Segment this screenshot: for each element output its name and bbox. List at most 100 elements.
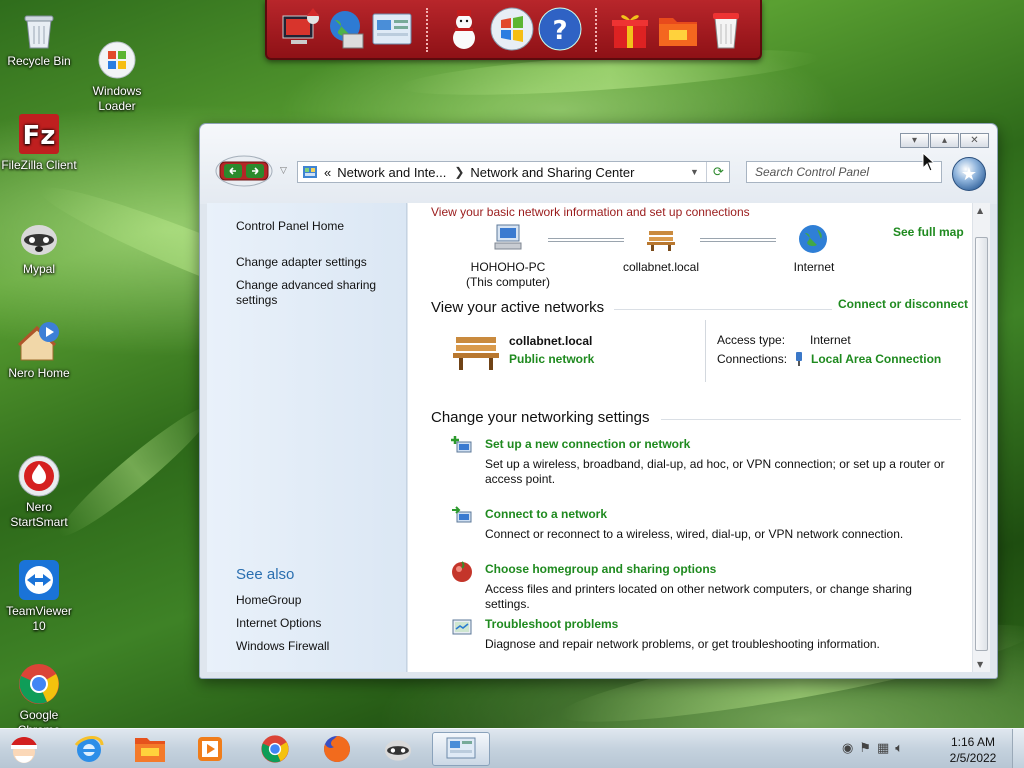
control-panel-icon[interactable] xyxy=(369,6,415,52)
dock-separator xyxy=(595,8,597,52)
change-adapter-settings-link[interactable]: Change adapter settings xyxy=(236,255,396,270)
main-content: View your basic network information and … xyxy=(408,203,972,672)
change-advanced-sharing-link[interactable]: Change advanced sharing settings xyxy=(236,278,396,308)
internet-options-link[interactable]: Internet Options xyxy=(236,616,396,631)
desktop-icon-label: Mypal xyxy=(22,262,55,276)
control-panel-home-link[interactable]: Control Panel Home xyxy=(236,219,396,234)
show-desktop-button[interactable] xyxy=(1012,729,1024,768)
computer-icon[interactable] xyxy=(277,6,323,52)
top-dock: ? xyxy=(265,0,762,60)
troubleshoot-icon xyxy=(451,616,473,638)
dock-separator xyxy=(426,8,428,52)
scroll-thumb[interactable] xyxy=(975,237,988,651)
desktop-icon-mypal[interactable]: Mypal xyxy=(0,216,78,277)
desktop-icon-nero-startsmart[interactable]: Nero StartSmart xyxy=(0,424,78,545)
bench-icon[interactable] xyxy=(645,225,677,253)
access-type-value: Internet xyxy=(810,333,851,347)
filezilla-icon: Fz xyxy=(17,112,61,156)
public-network-bench-icon[interactable] xyxy=(450,329,502,373)
gift-icon[interactable] xyxy=(607,6,653,52)
taskbar: ◉ ⚑ ▦ 🔈︎ 1:16 AM 2/5/2022 xyxy=(0,728,1024,768)
connect-to-network-link[interactable]: Connect to a network xyxy=(485,507,607,521)
media-player-icon[interactable] xyxy=(190,732,230,766)
chrome-icon xyxy=(17,647,61,704)
map-connector-line xyxy=(548,238,624,242)
recycle-bin-icon[interactable] xyxy=(703,6,749,52)
troubleshoot-desc: Diagnose and repair network problems, or… xyxy=(485,637,880,651)
computer-name-text: HOHOHO-PC xyxy=(470,260,546,274)
recent-pages-chevron-icon[interactable]: ▽ xyxy=(280,166,287,176)
clock-time: 1:16 AM xyxy=(950,735,996,749)
desktop-icon-teamviewer[interactable]: TeamViewer 10 xyxy=(0,528,78,649)
nero-home-icon xyxy=(17,320,61,364)
address-overflow[interactable]: « xyxy=(324,165,331,180)
firefox-icon[interactable] xyxy=(317,732,357,766)
internet-explorer-icon[interactable] xyxy=(69,732,109,766)
homegroup-link[interactable]: HomeGroup xyxy=(236,593,396,608)
homegroup-sharing-link[interactable]: Choose homegroup and sharing options xyxy=(485,562,716,576)
breadcrumb-separator-icon[interactable]: ❯ xyxy=(454,165,464,179)
network-icon[interactable]: ▦ xyxy=(877,741,889,756)
network-globe-icon[interactable] xyxy=(323,6,369,52)
change-settings-title: Change your networking settings xyxy=(431,409,650,426)
network-name: collabnet.local xyxy=(622,260,700,274)
see-full-map-link[interactable]: See full map xyxy=(893,225,964,239)
action-center-flag-icon[interactable]: ⚑ xyxy=(859,741,871,756)
left-task-pane: Control Panel Home Change adapter settin… xyxy=(207,203,407,672)
desktop-icon-label: TeamViewer 10 xyxy=(6,604,72,633)
setup-connection-link[interactable]: Set up a new connection or network xyxy=(485,437,690,451)
file-explorer-icon[interactable] xyxy=(130,732,170,766)
scroll-down-icon[interactable]: ▼ xyxy=(977,660,983,669)
public-network-link[interactable]: Public network xyxy=(509,352,594,366)
desktop-icon-label: Windows Loader xyxy=(92,84,142,113)
divider xyxy=(614,309,832,310)
windows-orb-icon[interactable] xyxy=(489,6,535,52)
tray-arrow-icon[interactable]: ◉ xyxy=(842,741,853,756)
connect-to-network-desc: Connect or reconnect to a wireless, wire… xyxy=(485,527,904,541)
breadcrumb-network-internet[interactable]: Network and Inte... xyxy=(337,165,446,180)
troubleshoot-link[interactable]: Troubleshoot problems xyxy=(485,617,618,631)
santa-start-icon[interactable] xyxy=(4,732,44,766)
minimize-button[interactable]: ▾ xyxy=(900,133,929,148)
folder-icon[interactable] xyxy=(655,6,701,52)
connect-or-disconnect-link[interactable]: Connect or disconnect xyxy=(838,297,968,311)
see-also-heading: See also xyxy=(236,566,295,583)
address-bar[interactable]: « Network and Inte... ❯ Network and Shar… xyxy=(297,161,730,183)
volume-icon[interactable]: 🔈︎ xyxy=(895,741,903,756)
maximize-button[interactable]: ▴ xyxy=(930,133,959,148)
search-input[interactable]: Search Control Panel xyxy=(746,161,942,183)
mypal-icon[interactable] xyxy=(378,732,418,766)
desktop-icon-windows-loader[interactable]: Windows Loader xyxy=(78,8,156,129)
breadcrumb-network-sharing[interactable]: Network and Sharing Center xyxy=(470,165,634,180)
desktop-icon-filezilla[interactable]: Fz FileZilla Client xyxy=(0,112,78,173)
access-type-label: Access type: xyxy=(717,333,786,347)
search-star-icon[interactable]: ★ xyxy=(952,157,986,191)
close-button[interactable]: ✕ xyxy=(960,133,989,148)
control-panel-taskbar-button[interactable] xyxy=(432,732,490,766)
local-area-connection-link[interactable]: Local Area Connection xyxy=(811,352,941,366)
address-dropdown-icon[interactable]: ▼ xyxy=(690,167,699,177)
clock[interactable]: 1:16 AM 2/5/2022 xyxy=(942,734,1004,766)
network-sharing-window: ▾ ▴ ✕ ▽ « Network and Inte... ❯ Network … xyxy=(199,123,998,679)
computer-sub-text: (This computer) xyxy=(465,275,551,289)
ethernet-plug-icon xyxy=(794,351,804,367)
windows-loader-icon xyxy=(95,23,139,79)
mouse-cursor-icon xyxy=(922,151,936,172)
window-controls: ▾ ▴ ✕ xyxy=(900,133,989,148)
refresh-icon[interactable]: ⟳ xyxy=(706,162,730,182)
page-header: View your basic network information and … xyxy=(431,205,750,219)
active-networks-title: View your active networks xyxy=(431,299,605,316)
svg-text:?: ? xyxy=(552,16,567,46)
windows-firewall-link[interactable]: Windows Firewall xyxy=(236,639,396,654)
internet-globe-icon[interactable] xyxy=(797,223,829,255)
desktop-icon-label: Nero StartSmart xyxy=(10,500,68,529)
desktop-icon-label: Nero Home xyxy=(8,366,70,380)
computer-icon[interactable] xyxy=(493,223,525,253)
help-icon[interactable]: ? xyxy=(537,6,583,52)
chrome-icon[interactable] xyxy=(255,732,295,766)
desktop-icon-recycle-bin[interactable]: Recycle Bin xyxy=(0,8,78,69)
desktop-icon-nero-home[interactable]: Nero Home xyxy=(0,320,78,381)
snowman-icon[interactable] xyxy=(441,6,487,52)
scroll-up-icon[interactable]: ▲ xyxy=(977,206,983,215)
vertical-scrollbar[interactable]: ▲ ▼ xyxy=(972,203,990,672)
